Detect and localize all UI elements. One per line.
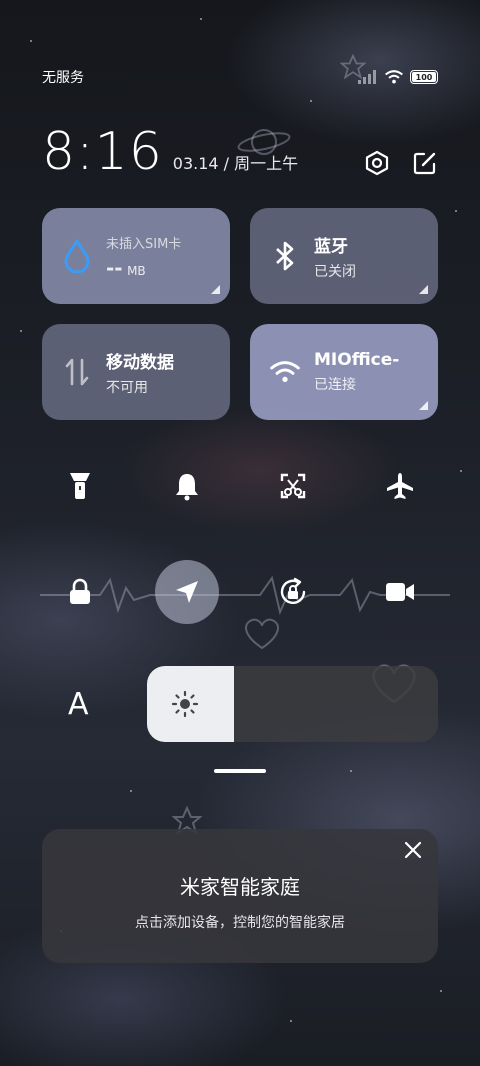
data-usage-unit: MB [127, 263, 146, 278]
bluetooth-status: 已关闭 [314, 263, 356, 280]
settings-icon[interactable] [364, 150, 390, 176]
signal-icon [358, 70, 376, 84]
flashlight-icon [70, 473, 90, 499]
rotation-lock-toggle[interactable] [255, 562, 331, 622]
screen-record-toggle[interactable] [362, 562, 438, 622]
screenshot-icon [281, 473, 306, 499]
brightness-row: A [42, 666, 438, 742]
wifi-icon [270, 361, 300, 382]
card-title: 米家智能家庭 [180, 875, 300, 899]
location-toggle[interactable] [154, 560, 219, 624]
bell-icon [175, 474, 198, 501]
quick-toggles-row-1 [42, 456, 438, 516]
wifi-network-name: MIOffice- [314, 350, 400, 370]
sim-status-label: 未插入SIM卡 [106, 236, 182, 252]
flashlight-toggle[interactable] [42, 456, 118, 516]
wifi-status-icon [385, 70, 403, 84]
carrier-label: 无服务 [42, 70, 84, 86]
bluetooth-tile[interactable]: 蓝牙 已关闭 [250, 208, 438, 304]
data-usage-value: -- [106, 255, 123, 280]
clock-time[interactable]: 8:16 [42, 122, 163, 182]
wifi-status: 已连接 [314, 377, 356, 393]
panel-drag-handle[interactable] [214, 769, 266, 773]
close-icon[interactable] [404, 841, 422, 859]
mobile-data-icon [65, 358, 89, 386]
clock-bar: 8:16 03.14 / 周一上午 [42, 122, 438, 182]
mobile-data-tile[interactable]: 移动数据 不可用 [42, 324, 230, 420]
sun-icon [171, 690, 199, 718]
location-icon [175, 581, 198, 603]
edit-icon[interactable] [412, 150, 438, 176]
quick-toggles-row-2 [42, 560, 438, 624]
rotation-lock-icon [281, 577, 306, 604]
water-drop-icon [64, 239, 90, 273]
expand-corner-icon[interactable] [211, 285, 220, 294]
lock-icon [70, 578, 90, 604]
font-size-button[interactable]: A [42, 687, 118, 722]
clock-date[interactable]: 03.14 / 周一上午 [173, 150, 298, 174]
lock-screen-toggle[interactable] [42, 562, 118, 622]
data-usage-tile[interactable]: 未插入SIM卡 -- MB [42, 208, 230, 304]
brightness-slider[interactable] [147, 666, 438, 742]
battery-level: 100 [415, 72, 433, 82]
airplane-mode-toggle[interactable] [362, 456, 438, 516]
expand-corner-icon[interactable] [419, 401, 428, 410]
airplane-icon [386, 473, 413, 499]
expand-corner-icon[interactable] [419, 285, 428, 294]
mobile-data-status: 不可用 [106, 379, 148, 396]
card-subtitle: 点击添加设备，控制您的智能家居 [135, 915, 345, 931]
battery-icon: 100 [410, 70, 438, 84]
video-camera-icon [385, 583, 414, 601]
screenshot-toggle[interactable] [255, 456, 331, 516]
smart-home-card[interactable]: 米家智能家庭 点击添加设备，控制您的智能家居 [42, 829, 438, 963]
sound-toggle[interactable] [149, 456, 225, 516]
bluetooth-label: 蓝牙 [314, 236, 348, 257]
mobile-data-label: 移动数据 [106, 352, 174, 373]
wifi-tile[interactable]: MIOffice- 已连接 [250, 324, 438, 420]
bluetooth-icon [276, 241, 294, 271]
status-bar: 无服务 100 [42, 66, 438, 88]
